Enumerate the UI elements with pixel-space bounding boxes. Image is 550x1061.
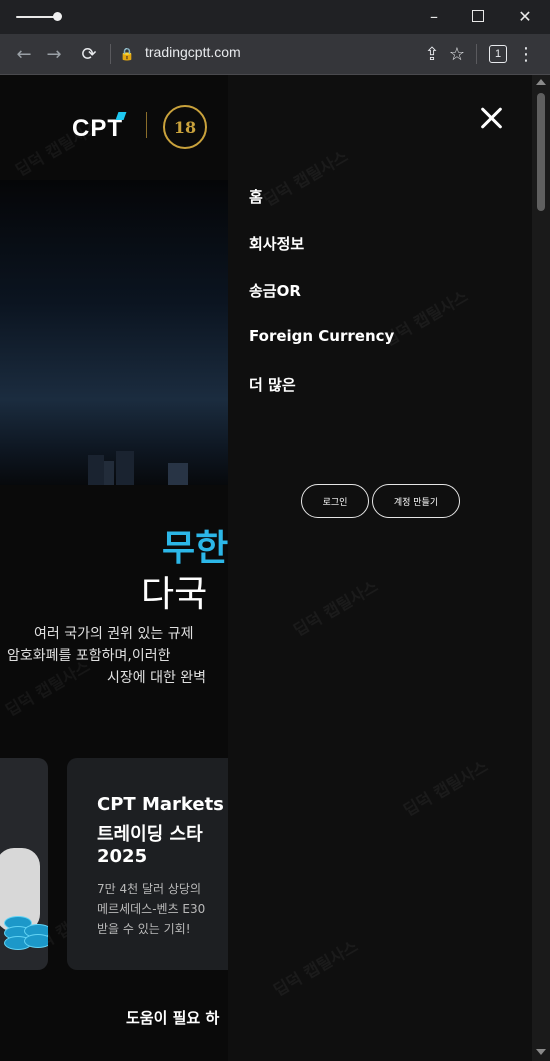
menu-item-more[interactable]: 더 많은 <box>249 374 296 395</box>
hero-body-line: 여러 국가의 권위 있는 규제 <box>34 626 194 642</box>
window-titlebar: – ✕ <box>0 0 550 34</box>
promo-card-left[interactable] <box>0 758 48 970</box>
card-title-line: 트레이딩 스타 <box>97 824 203 845</box>
hero-building <box>116 451 134 485</box>
signup-button[interactable]: 계정 만들기 <box>372 484 460 518</box>
lock-icon[interactable]: 🔒 <box>115 42 139 66</box>
more-menu-icon[interactable]: ⋮ <box>514 42 538 66</box>
address-bar[interactable]: tradingcptt.com <box>145 44 241 60</box>
card-desc-line: 받을 수 있는 기회! <box>97 922 191 936</box>
hero-body-line: 암호화폐를 포함하며,이러한 <box>7 648 171 664</box>
page-viewport: 딥덕 캡틸사스 딥덕 캡틸사스 딥덕 캡틸사스 딥덕 캡틸사스 CPT 18 무… <box>0 75 532 1061</box>
anniversary-badge: 18 <box>163 105 207 149</box>
watermark: 딥덕 캡틸사스 <box>270 936 362 1000</box>
card-desc-line: 메르세데스-벤츠 E30 <box>97 902 206 916</box>
minimize-icon[interactable]: – <box>423 6 445 28</box>
hero-building <box>168 463 188 485</box>
back-icon[interactable]: ← <box>12 42 36 66</box>
hero-body-line: 시장에 대한 완벽 <box>107 670 207 686</box>
maximize-icon[interactable] <box>467 6 489 28</box>
share-icon[interactable]: ⇪ <box>420 42 444 66</box>
card-title-line: 2025 <box>97 846 148 867</box>
login-button[interactable]: 로그인 <box>301 484 369 518</box>
hero-image <box>0 180 228 485</box>
logo-accent-icon <box>115 112 127 120</box>
logo-divider <box>146 112 147 138</box>
menu-item-transfer[interactable]: 송금OR <box>249 280 301 301</box>
bookmark-star-icon[interactable]: ☆ <box>445 42 469 66</box>
hero-building <box>88 455 104 485</box>
scroll-up-icon[interactable] <box>536 79 546 85</box>
coin-icon <box>24 934 48 948</box>
close-window-icon[interactable]: ✕ <box>514 6 536 28</box>
menu-item-company-info[interactable]: 회사정보 <box>249 233 304 254</box>
hero-headline-main: 다국 <box>141 574 208 615</box>
close-menu-icon[interactable] <box>478 105 504 131</box>
watermark: 딥덕 캡틸사스 <box>290 576 382 640</box>
browser-toolbar: ← → ⟳ 🔒 tradingcptt.com ⇪ ☆ 1 ⋮ <box>0 34 550 75</box>
toolbar-divider <box>110 44 111 64</box>
scroll-down-icon[interactable] <box>536 1049 546 1055</box>
menu-item-home[interactable]: 홈 <box>249 186 263 207</box>
card-desc-line: 7만 4천 달러 상당의 <box>97 882 201 896</box>
card-title-line: CPT Markets <box>97 794 224 815</box>
help-heading: 도움이 필요 하 <box>126 1009 220 1027</box>
page-scrollbar[interactable] <box>532 75 550 1061</box>
reload-icon[interactable]: ⟳ <box>77 42 101 66</box>
watermark: 딥덕 캡틸사스 <box>260 146 352 210</box>
forward-icon[interactable]: → <box>42 42 66 66</box>
hero-building <box>104 461 114 485</box>
nav-drawer: 딥덕 캡틸사스 딥덕 캡틸사스 딥덕 캡틸사스 딥덕 캡틸사스 딥덕 캡틸사스 … <box>228 75 532 1061</box>
watermark: 딥덕 캡틸사스 <box>400 756 492 820</box>
volume-slider-track[interactable] <box>16 16 58 18</box>
menu-item-foreign-currency[interactable]: Foreign Currency <box>249 327 394 345</box>
toolbar-divider-2 <box>476 44 477 64</box>
hero-headline-highlight: 무한 <box>162 528 229 569</box>
scroll-thumb[interactable] <box>537 93 545 211</box>
volume-slider-knob[interactable] <box>53 12 62 21</box>
tab-count-icon[interactable]: 1 <box>489 45 507 63</box>
